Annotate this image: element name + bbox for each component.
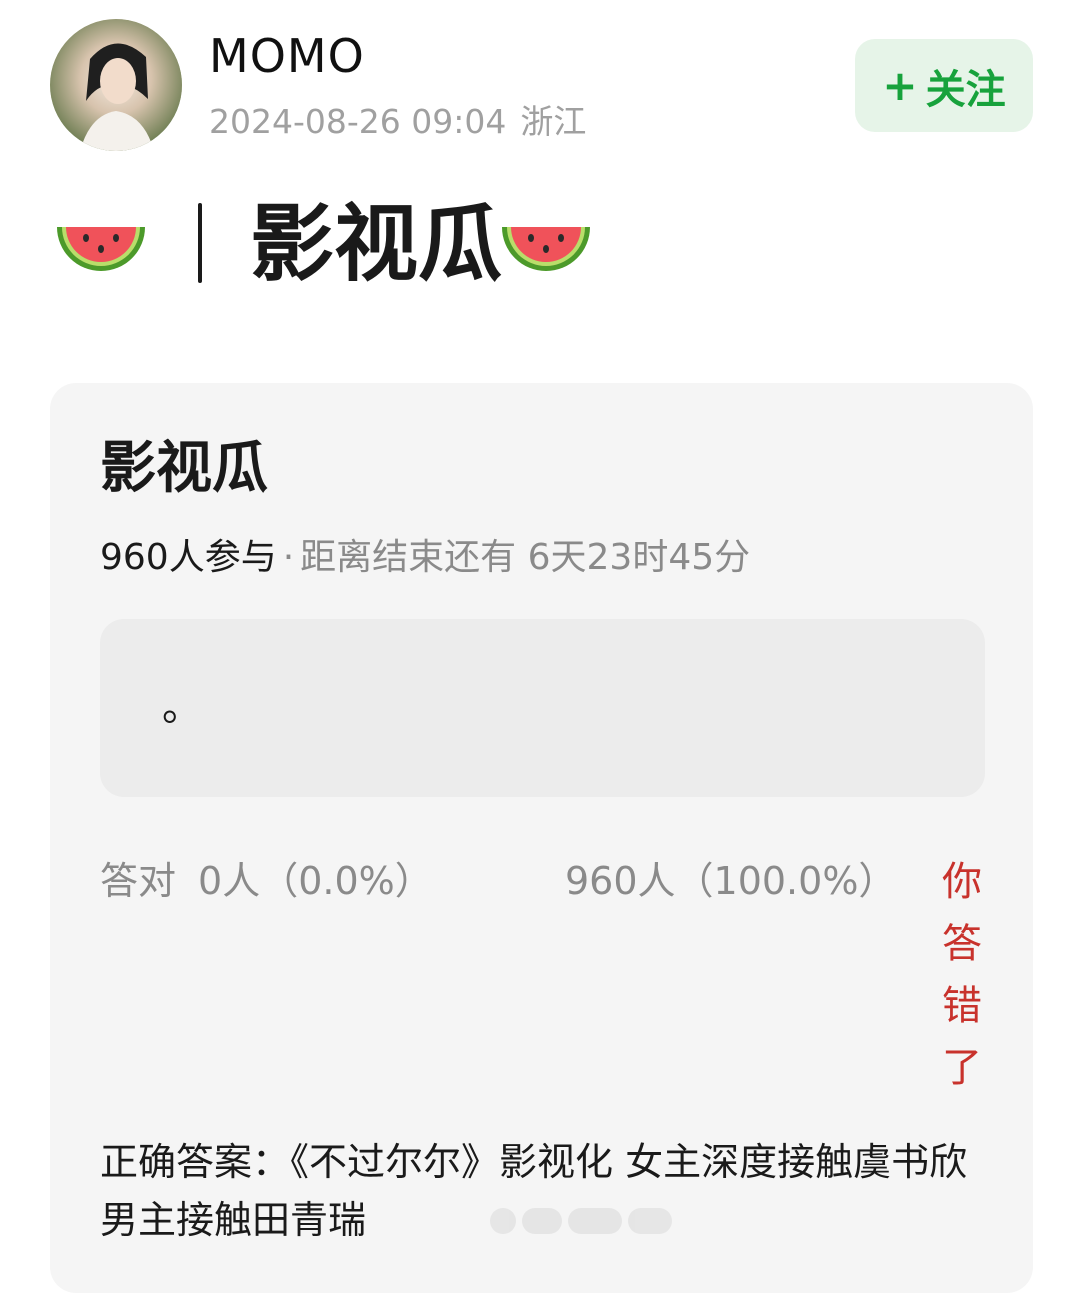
plus-icon: + bbox=[882, 61, 918, 110]
correct-stat: 答对 0人（0.0%） bbox=[100, 855, 433, 907]
watermark bbox=[490, 1201, 690, 1241]
correct-label: 答对 bbox=[100, 859, 177, 903]
quiz-option-text: 。 bbox=[162, 684, 202, 730]
title-divider bbox=[198, 203, 202, 283]
post-location: 浙江 bbox=[520, 102, 587, 141]
correct-count: 0人（0.0%） bbox=[198, 859, 433, 903]
wrong-count: 960人（100.0%） bbox=[565, 859, 897, 903]
post-meta: 2024-08-26 09:04 浙江 bbox=[209, 100, 586, 144]
follow-button[interactable]: + 关注 bbox=[855, 39, 1033, 132]
quiz-title: 影视瓜 bbox=[100, 436, 268, 501]
post-title: 影视瓜 bbox=[250, 195, 503, 293]
quiz-card[interactable]: 影视瓜 960人参与 · 距离结束还有 6天23时45分 。 答对 0人（0.0%） … bbox=[50, 383, 1033, 1293]
meta-separator: · bbox=[282, 537, 295, 578]
wrong-answer-badge: 你答错了 bbox=[942, 859, 982, 1091]
watermelon-icon bbox=[57, 227, 145, 271]
username[interactable]: MOMO bbox=[209, 28, 365, 84]
avatar[interactable] bbox=[50, 19, 182, 151]
post-timestamp: 2024-08-26 09:04 bbox=[209, 102, 507, 141]
participant-count: 960人参与 bbox=[100, 537, 277, 578]
follow-label: 关注 bbox=[925, 66, 1006, 113]
quiz-meta: 960人参与 · 距离结束还有 6天23时45分 bbox=[100, 535, 750, 581]
quiz-option[interactable]: 。 bbox=[100, 619, 985, 797]
watermelon-icon bbox=[502, 227, 590, 271]
countdown-text: 距离结束还有 6天23时45分 bbox=[300, 537, 751, 578]
